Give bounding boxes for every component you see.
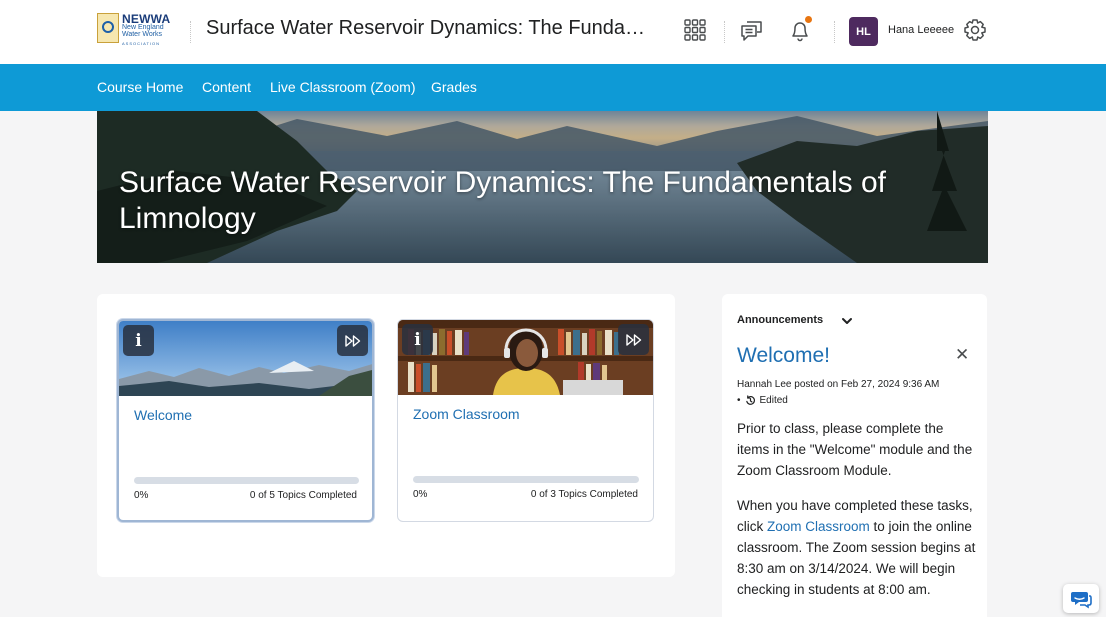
progress-percent: 0% [134, 490, 149, 501]
notifications-icon[interactable] [787, 16, 813, 43]
module-card-zoom-classroom[interactable]: i Zoom Classroom 0% 0 of 3 Topics Comple… [397, 319, 654, 522]
banner-course-title: Surface Water Reservoir Dynamics: The Fu… [119, 166, 886, 235]
chat-icon [1071, 591, 1092, 608]
top-header: NEWWA New England Water Works ASSOCIATIO… [0, 0, 1106, 64]
edited-label: Edited [759, 395, 788, 406]
announcement-paragraph: Prior to class, please complete the item… [737, 421, 973, 478]
nav-course-home[interactable]: Course Home [97, 79, 183, 95]
header-divider [834, 21, 835, 43]
edit-history-icon [745, 395, 755, 405]
announcements-widget: Announcements Welcome! ✕ Hannah Lee post… [722, 294, 987, 617]
progress-bar [134, 477, 359, 484]
topics-completed: 0 of 3 Topics Completed [530, 489, 638, 500]
student-with-headphones-image [398, 320, 653, 395]
header-divider [724, 21, 725, 43]
course-title[interactable]: Surface Water Reservoir Dynamics: The Fu… [206, 17, 656, 40]
chat-button[interactable] [1063, 584, 1099, 613]
newwa-logo[interactable]: NEWWA New England Water Works ASSOCIATIO… [97, 12, 177, 48]
module-card-welcome[interactable]: i Welcome 0% 0 of 5 Topics Completed [117, 319, 374, 522]
progress-percent: 0% [413, 489, 428, 500]
progress-bar [413, 476, 639, 483]
bullet: • [737, 395, 741, 406]
settings-icon[interactable] [962, 17, 988, 43]
logo-subtitle: New England Water Works [122, 24, 164, 38]
info-icon[interactable]: i [402, 324, 433, 355]
close-icon[interactable]: ✕ [955, 345, 969, 365]
logo-association: ASSOCIATION [122, 41, 161, 46]
messages-icon[interactable] [739, 17, 765, 43]
header-divider [190, 21, 191, 43]
announcement-paragraph: When you have completed these tasks, cli… [737, 498, 976, 597]
announcement-meta: Hannah Lee posted on Feb 27, 2024 9:36 A… [737, 379, 940, 390]
nav-content[interactable]: Content [202, 79, 251, 95]
nav-live-classroom[interactable]: Live Classroom (Zoom) [270, 79, 415, 95]
topics-completed: 0 of 5 Topics Completed [249, 490, 357, 501]
module-title[interactable]: Welcome [134, 407, 192, 423]
info-icon[interactable]: i [123, 325, 154, 356]
chevron-down-icon[interactable] [841, 314, 853, 326]
course-navbar: Course Home Content Live Classroom (Zoom… [0, 64, 1106, 111]
fast-forward-icon[interactable] [337, 325, 368, 356]
notification-dot [805, 16, 812, 23]
announcement-title[interactable]: Welcome! [737, 344, 830, 368]
course-banner: Surface Water Reservoir Dynamics: The Fu… [97, 111, 988, 263]
nav-grades[interactable]: Grades [431, 79, 477, 95]
avatar[interactable]: HL [849, 17, 878, 46]
announcement-body: Prior to class, please complete the item… [737, 418, 977, 614]
mountain-landscape-image [119, 321, 372, 396]
announcements-heading[interactable]: Announcements [737, 314, 823, 326]
logo-emblem-icon [97, 13, 119, 43]
module-title[interactable]: Zoom Classroom [413, 406, 520, 422]
fast-forward-icon[interactable] [618, 324, 649, 355]
edited-indicator: • Edited [737, 395, 788, 406]
user-name[interactable]: Hana Leeeee [888, 24, 954, 36]
app-grid-icon[interactable] [682, 17, 708, 43]
zoom-classroom-link[interactable]: Zoom Classroom [767, 519, 870, 534]
